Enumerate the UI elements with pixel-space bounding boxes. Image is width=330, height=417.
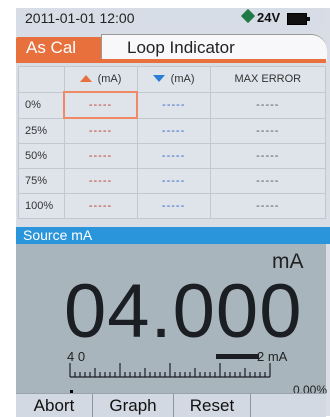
scale-ruler [69, 363, 271, 378]
voltage-indicator: 24V [240, 8, 281, 25]
cell-down[interactable]: ----- [136, 143, 211, 169]
tab-loop-indicator[interactable]: Loop Indicator [101, 34, 327, 61]
triangle-down-icon [152, 75, 165, 83]
power-diamond-icon [240, 8, 256, 24]
cell-error: ----- [209, 168, 327, 194]
abort-button[interactable]: Abort [16, 394, 93, 417]
cell-error: ----- [209, 91, 327, 119]
softkey-bar: Abort Graph Reset [16, 393, 326, 417]
device-screen: 2011-01-01 12:00 24V As Cal Loop Indicat… [16, 8, 330, 417]
battery-icon [287, 13, 310, 25]
cell-down[interactable]: ----- [136, 168, 211, 194]
cell-up[interactable]: ----- [63, 117, 138, 144]
cell-up[interactable]: ----- [63, 193, 138, 219]
header-down: (mA) [136, 66, 211, 93]
reading-digits-leading: 04.0 [64, 269, 216, 354]
source-mode-bar: Source mA [16, 227, 330, 244]
triangle-up-icon [79, 75, 92, 82]
cell-down[interactable]: ----- [136, 193, 211, 219]
cell-up-selected[interactable]: ----- [62, 91, 139, 119]
tab-bar: As Cal Loop Indicator [16, 34, 327, 64]
row-label: 50% [18, 143, 65, 169]
header-up-label: (mA) [97, 73, 122, 85]
tab-as-cal[interactable]: As Cal [16, 37, 111, 59]
measurement-display: mA 04.000 4 0 2 mA 0.00% [16, 244, 327, 397]
header-down-label: (mA) [170, 73, 195, 86]
tab-underline [16, 59, 326, 63]
calibration-table: (mA) (mA) MAX ERROR 0% ----- ----- -----… [18, 66, 327, 219]
reading-value[interactable]: 04.000 [64, 268, 303, 359]
table-row[interactable]: 0% ----- ----- ----- [18, 91, 327, 119]
table-header-row: (mA) (mA) MAX ERROR [18, 66, 327, 93]
status-bar: 2011-01-01 12:00 24V [16, 8, 326, 31]
row-label: 25% [18, 117, 65, 144]
cell-error: ----- [209, 143, 327, 169]
row-label: 0% [18, 91, 65, 119]
table-corner [18, 66, 65, 93]
cell-error: ----- [209, 117, 327, 144]
header-up: (mA) [63, 66, 138, 93]
cell-down[interactable]: ----- [136, 117, 211, 144]
graph-button[interactable]: Graph [93, 394, 174, 417]
datetime: 2011-01-01 12:00 [25, 10, 135, 26]
table-row[interactable]: 100% ----- ----- ----- [18, 193, 327, 219]
reading-digit-last: 0 [259, 269, 303, 354]
row-label: 100% [18, 193, 65, 219]
reading-digit-cursor[interactable]: 0 [215, 269, 260, 359]
row-label: 75% [18, 168, 65, 194]
table-row[interactable]: 75% ----- ----- ----- [18, 168, 327, 194]
table-row[interactable]: 50% ----- ----- ----- [18, 143, 327, 169]
reset-button[interactable]: Reset [174, 394, 251, 417]
cell-up[interactable]: ----- [63, 143, 138, 169]
cell-up[interactable]: ----- [63, 168, 138, 194]
cell-error: ----- [209, 193, 327, 219]
table-row[interactable]: 25% ----- ----- ----- [18, 117, 327, 144]
voltage-label: 24V [257, 10, 281, 25]
header-max-error: MAX ERROR [209, 66, 327, 93]
cell-down[interactable]: ----- [136, 91, 211, 119]
